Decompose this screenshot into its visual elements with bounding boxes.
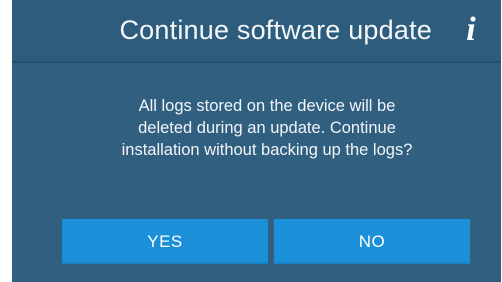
message-line-2: deleted during an update. Continue <box>138 119 396 137</box>
no-button[interactable]: NO <box>274 219 470 264</box>
message-line-3: installation without backing up the logs… <box>121 141 413 159</box>
info-icon[interactable]: i <box>456 10 486 50</box>
message-line-1: All logs stored on the device will be <box>138 97 396 115</box>
update-dialog: Continue software update i All logs stor… <box>12 0 501 282</box>
dialog-message: All logs stored on the device will be de… <box>52 95 482 161</box>
dialog-title: Continue software update <box>119 15 432 45</box>
dialog-title-bar: Continue software update i <box>12 0 501 63</box>
yes-button[interactable]: YES <box>62 219 268 264</box>
